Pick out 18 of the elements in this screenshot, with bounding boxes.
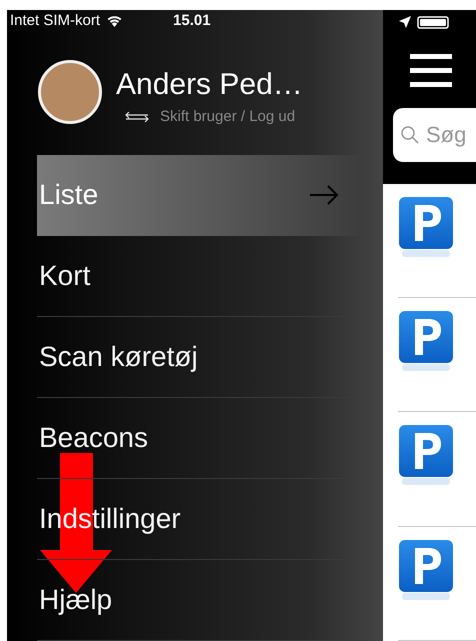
carrier-label: Intet SIM-kort [10,12,100,30]
arrow-right-icon [309,185,339,205]
wifi-icon [106,14,124,28]
swap-arrows-icon [124,112,150,122]
location-arrow-icon [399,16,411,28]
battery-icon [417,16,449,28]
parking-sign-icon [398,424,454,486]
user-name: Anders Ped… [116,68,303,102]
menu-item[interactable]: Kort [37,236,361,317]
parking-sign-icon [398,538,454,601]
parking-sign-icon [398,196,454,258]
switch-user-link[interactable]: Skift bruger / Log ud [160,108,296,126]
menu-item[interactable]: Scan køretøj [37,317,361,398]
search-icon [401,126,419,144]
clock-time: 15.01 [173,12,211,30]
parking-sign-icon [398,310,454,372]
search-field[interactable]: Søg [393,108,476,162]
menu-icon[interactable] [410,54,452,88]
